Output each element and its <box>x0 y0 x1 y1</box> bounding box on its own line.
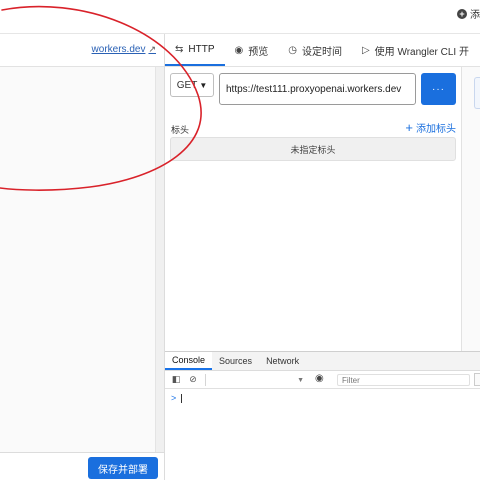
method-value: GET <box>176 79 198 91</box>
eye-icon[interactable]: ◉ <box>315 373 324 384</box>
code-editor-pane[interactable]: workers.dev ↗ 保存并部署 <box>0 34 165 480</box>
editor-footer: 保存并部署 <box>0 452 164 480</box>
plus-icon: + <box>405 119 413 135</box>
clock-icon: ◷ <box>288 44 297 56</box>
context-dropdown[interactable]: ▼ <box>209 374 304 386</box>
console-input[interactable] <box>181 394 182 403</box>
eye-icon: ◉ <box>234 44 244 56</box>
add-header-label: 添加标头 <box>416 124 456 135</box>
tab-http[interactable]: ⇆ HTTP <box>165 34 225 66</box>
tab-wrangler-cli-label: 使用 Wrangler CLI 开 <box>374 46 469 58</box>
console-prompt-icon: > <box>171 393 177 403</box>
tab-schedule-label: 设定时间 <box>301 46 342 58</box>
devtools-tab-console[interactable]: Console <box>165 352 213 370</box>
devtools-tabs: Console Sources Network <box>165 352 480 371</box>
workers-dev-link[interactable]: workers.dev ↗ <box>92 44 156 55</box>
workers-dev-link-label: workers.dev <box>91 44 146 55</box>
save-and-deploy-button[interactable]: 保存并部署 <box>88 457 158 479</box>
no-headers-placeholder: 未指定标头 <box>170 137 456 161</box>
toolbar-separator <box>205 373 206 386</box>
add-button-label: 添 <box>470 10 480 21</box>
tab-preview[interactable]: ◉ 预览 <box>225 34 279 66</box>
add-button[interactable]: + 添 <box>457 6 480 21</box>
tab-wrangler-cli[interactable]: ▷ 使用 Wrangler CLI 开 <box>352 34 479 66</box>
console-toolbar: ◧ ⊘ ▼ ◉ Filter <box>165 371 480 389</box>
sidebar-toggle-icon[interactable]: ◧ <box>170 374 182 386</box>
editor-header: workers.dev ↗ <box>0 34 164 67</box>
devtools-tab-network[interactable]: Network <box>259 352 306 370</box>
request-area: GET ▼ https://test111.proxyopenai.worker… <box>165 67 462 351</box>
method-select[interactable]: GET ▼ <box>170 73 214 97</box>
preview-panel: ⇆ HTTP ◉ 预览 ◷ 设定时间 ▷ 使用 Wrangler CLI 开 G… <box>165 34 480 480</box>
filter-input[interactable]: Filter <box>337 374 470 386</box>
terminal-icon: ▷ <box>361 44 370 56</box>
caret-down-icon: ▼ <box>199 80 208 90</box>
devtools-panel: Console Sources Network ◧ ⊘ ▼ ◉ Filter > <box>165 351 480 480</box>
tab-schedule[interactable]: ◷ 设定时间 <box>278 34 352 66</box>
devtools-more[interactable] <box>474 373 480 386</box>
external-link-icon: ↗ <box>148 44 156 54</box>
plus-circle-icon: + <box>457 8 467 19</box>
panel-tabs: ⇆ HTTP ◉ 预览 ◷ 设定时间 ▷ 使用 Wrangler CLI 开 <box>165 34 480 67</box>
tab-http-label: HTTP <box>188 43 215 55</box>
url-input[interactable]: https://test111.proxyopenai.workers.dev <box>219 73 416 105</box>
clear-console-icon[interactable]: ⊘ <box>187 374 199 386</box>
top-bar: + 添 <box>0 0 480 34</box>
tab-preview-label: 预览 <box>248 46 269 58</box>
side-button[interactable] <box>474 77 480 109</box>
side-strip <box>462 67 480 351</box>
add-header-button[interactable]: + 添加标头 <box>405 119 456 136</box>
editor-scrollbar[interactable] <box>155 67 164 452</box>
headers-label: 标头 <box>171 125 190 135</box>
devtools-tab-sources[interactable]: Sources <box>212 352 259 370</box>
send-request-button[interactable]: ··· <box>421 73 456 105</box>
arrows-exchange-icon: ⇆ <box>175 43 184 55</box>
